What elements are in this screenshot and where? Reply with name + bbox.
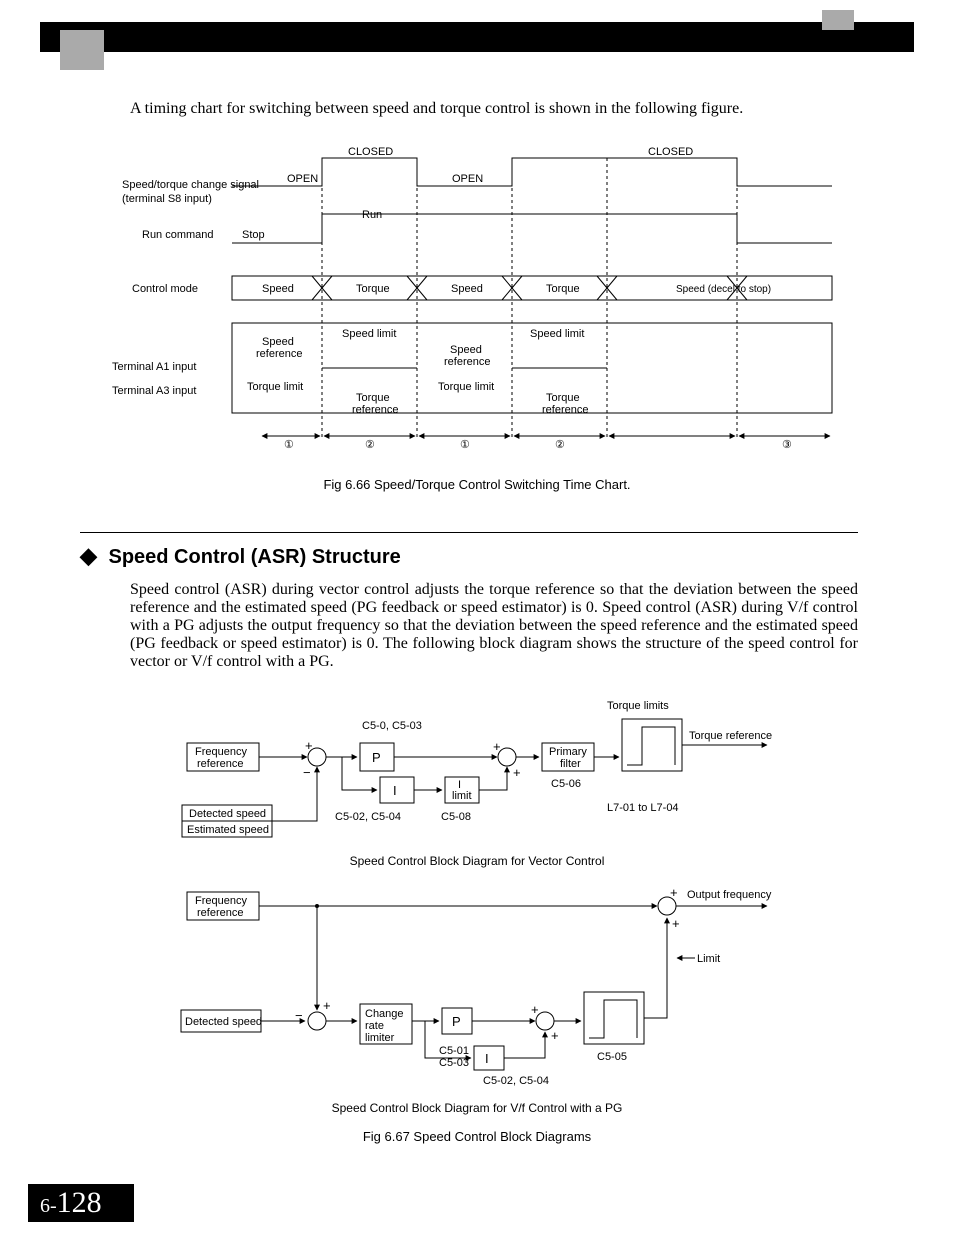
svg-text:Torque limit: Torque limit [438,381,494,393]
timing-chart: Speed/torque change signal (terminal S8 … [112,138,842,463]
svg-text:C5-08: C5-08 [441,811,471,823]
section-body: Speed control (ASR) during vector contro… [130,581,858,671]
svg-text:Speed limit: Speed limit [530,328,584,340]
svg-text:Speed (decel to stop): Speed (decel to stop) [676,284,771,295]
svg-text:P: P [372,750,381,765]
svg-text:Detected speed: Detected speed [189,808,266,820]
svg-text:limit: limit [452,790,472,802]
svg-text:Estimated speed: Estimated speed [187,824,269,836]
fig-6-67-caption: Fig 6.67 Speed Control Block Diagrams [0,1129,954,1144]
svg-text:C5-01: C5-01 [439,1045,469,1057]
svg-text:①: ① [284,439,294,451]
svg-text:Torque limits: Torque limits [607,700,669,712]
svg-text:C5-03: C5-03 [439,1057,469,1069]
svg-text:reference: reference [352,404,398,416]
section-rule [80,532,858,533]
top-black-bar [40,22,914,52]
svg-text:Torque reference: Torque reference [689,730,772,742]
svg-text:Detected speed: Detected speed [185,1016,262,1028]
svg-text:Terminal A3 input: Terminal A3 input [112,385,196,397]
svg-text:reference: reference [256,348,302,360]
svg-text:+: + [323,998,331,1013]
svg-text:I: I [485,1051,489,1066]
svg-text:Torque: Torque [356,283,390,295]
svg-text:OPEN: OPEN [287,173,318,185]
svg-text:C5-06: C5-06 [551,778,581,790]
fig-6-66-caption: Fig 6.66 Speed/Torque Control Switching … [0,477,954,492]
svg-text:(terminal S8 input): (terminal S8 input) [122,193,212,205]
svg-text:+: + [493,739,501,754]
svg-text:+: + [305,738,313,753]
svg-text:Limit: Limit [697,953,720,965]
block-diagram-vector: Torque limits C5-0, C5-03 Frequency refe… [177,695,777,848]
svg-text:+: + [551,1028,559,1043]
svg-text:C5-05: C5-05 [597,1051,627,1063]
svg-text:−: − [295,1008,303,1023]
svg-text:limiter: limiter [365,1032,395,1044]
svg-text:Speed: Speed [450,344,482,356]
diag1-subcaption: Speed Control Block Diagram for Vector C… [0,854,954,868]
svg-text:I: I [393,783,397,798]
svg-text:①: ① [460,439,470,451]
chapter-num: 6- [40,1195,57,1217]
diag2-subcaption: Speed Control Block Diagram for V/f Cont… [0,1101,954,1115]
section-title: ◆ Speed Control (ASR) Structure [80,543,954,569]
svg-text:+: + [670,885,678,900]
svg-text:Speed: Speed [262,336,294,348]
svg-text:Torque: Torque [546,392,580,404]
svg-text:rate: rate [365,1020,384,1032]
svg-text:Frequency: Frequency [195,746,247,758]
svg-text:②: ② [555,439,565,451]
svg-text:③: ③ [782,439,792,451]
svg-text:Torque: Torque [546,283,580,295]
svg-text:Run command: Run command [142,229,214,241]
svg-text:reference: reference [197,758,243,770]
svg-text:Control mode: Control mode [132,283,198,295]
svg-text:CLOSED: CLOSED [348,146,393,158]
page-number: 6-128 [28,1184,134,1222]
svg-text:OPEN: OPEN [452,173,483,185]
page-num-value: 128 [57,1186,102,1219]
svg-text:Speed/torque change signal: Speed/torque change signal [122,179,259,191]
svg-text:②: ② [365,439,375,451]
svg-text:+: + [531,1002,539,1017]
svg-text:Speed limit: Speed limit [342,328,396,340]
svg-text:L7-01 to L7-04: L7-01 to L7-04 [607,802,679,814]
svg-text:Run: Run [362,209,382,221]
svg-text:Torque: Torque [356,392,390,404]
svg-text:C5-0, C5-03: C5-0, C5-03 [362,720,422,732]
svg-text:Primary: Primary [549,746,587,758]
svg-text:+: + [672,916,680,931]
svg-text:filter: filter [560,758,581,770]
svg-text:Output frequency: Output frequency [687,889,772,901]
svg-text:reference: reference [197,907,243,919]
svg-text:C5-02, C5-04: C5-02, C5-04 [483,1075,549,1087]
svg-text:Speed: Speed [451,283,483,295]
svg-text:reference: reference [444,356,490,368]
block-diagram-vf-pg: Frequency reference Detected speed + − C… [177,882,777,1095]
svg-text:Frequency: Frequency [195,895,247,907]
svg-text:+: + [513,765,521,780]
diamond-bullet-icon: ◆ [80,543,97,568]
intro-text: A timing chart for switching between spe… [130,100,858,118]
svg-text:reference: reference [542,404,588,416]
svg-text:Terminal A1 input: Terminal A1 input [112,361,196,373]
svg-text:Torque limit: Torque limit [247,381,303,393]
section-title-text: Speed Control (ASR) Structure [108,546,400,568]
svg-text:CLOSED: CLOSED [648,146,693,158]
svg-text:C5-02, C5-04: C5-02, C5-04 [335,811,401,823]
svg-text:Speed: Speed [262,283,294,295]
svg-text:Stop: Stop [242,229,265,241]
svg-text:P: P [452,1014,461,1029]
svg-text:Change: Change [365,1008,404,1020]
svg-text:−: − [303,765,311,780]
